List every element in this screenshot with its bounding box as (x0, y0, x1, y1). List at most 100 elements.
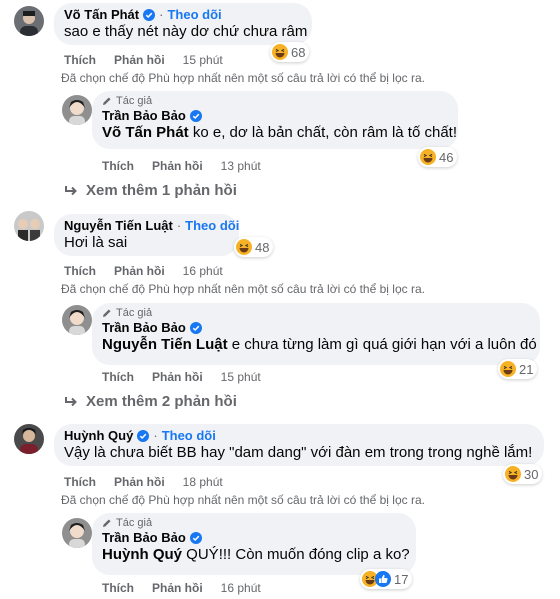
avatar-tran-bao-bao[interactable] (62, 518, 92, 548)
pencil-icon (103, 97, 111, 105)
verified-badge-icon (189, 531, 202, 544)
reply-button[interactable]: Phản hồi (152, 159, 203, 173)
author-badge-label: Tác giả (116, 307, 153, 319)
pencil-icon (103, 309, 111, 317)
view-more-replies[interactable]: Xem thêm 2 phản hồi (64, 393, 237, 410)
reaction-count: 30 (524, 466, 539, 482)
like-button[interactable]: Thích (64, 264, 96, 278)
reply-button[interactable]: Phản hồi (114, 264, 165, 278)
reply-button[interactable]: Phản hồi (152, 581, 203, 595)
follow-button[interactable]: Theo dõi (185, 218, 239, 233)
filter-note: Đã chọn chế độ Phù hợp nhất nên một số c… (61, 71, 425, 85)
author-badge: Tác giả (102, 95, 448, 107)
verified-badge-icon (143, 8, 156, 21)
author-badge-label: Tác giả (116, 95, 153, 107)
follow-button[interactable]: Theo dõi (162, 428, 216, 443)
comment-author[interactable]: Nguyễn Tiến Luật (64, 218, 173, 233)
comment-time[interactable]: 18 phút (183, 475, 223, 489)
comment-actions: Thích Phản hồi 16 phút (64, 264, 241, 278)
comment-actions: Thích Phản hồi 18 phút (64, 475, 241, 489)
reply-text: Huỳnh Quý QUÝ!!! Còn muốn đóng clip a ko… (102, 545, 410, 565)
reaction-count: 17 (394, 571, 409, 587)
reply-text-body: ko e, dơ là bản chất, còn râm là tố chất… (188, 124, 458, 141)
separator-dot: · (153, 428, 158, 443)
reply-author[interactable]: Trần Bảo Bảo (102, 530, 186, 545)
comment-author[interactable]: Huỳnh Quý (64, 428, 133, 443)
follow-button[interactable]: Theo dõi (167, 7, 221, 22)
author-badge-label: Tác giả (116, 517, 153, 529)
separator-dot: · (159, 7, 164, 22)
reaction-summary[interactable]: 68 (270, 42, 310, 62)
avatar-huynh-quy[interactable] (14, 424, 44, 454)
comment-text: Vậy là chưa biết BB hay "dam dang" với đ… (64, 444, 533, 461)
reply-bubble: Tác giả Trần Bảo Bảo Huỳnh Quý QUÝ!!! Cò… (92, 513, 416, 575)
view-more-replies[interactable]: Xem thêm 1 phản hồi (64, 182, 237, 199)
reply-author[interactable]: Trần Bảo Bảo (102, 108, 186, 123)
reply-bubble: Tác giả Trần Bảo Bảo Nguyễn Tiến Luật e … (92, 303, 540, 365)
verified-badge-icon (189, 109, 202, 122)
reply-text-body: e chưa từng làm gì quá giới hạn với a lu… (227, 336, 537, 353)
reply-actions: Thích Phản hồi 16 phút (102, 581, 279, 595)
view-more-label: Xem thêm 2 phản hồi (86, 393, 237, 410)
comment-time[interactable]: 16 phút (183, 264, 223, 278)
reaction-summary[interactable]: 48 (234, 237, 274, 257)
avatar-tran-bao-bao[interactable] (62, 305, 92, 335)
comment-text: sao e thấy nét này dơ chứ chưa râm (64, 23, 308, 40)
reply-text-body: QUÝ!!! Còn muốn đóng clip a ko? (182, 546, 410, 563)
haha-emoji-icon (236, 239, 252, 255)
pencil-icon (103, 519, 111, 527)
comment-text: Hơi là sai (64, 234, 128, 251)
like-button[interactable]: Thích (102, 581, 134, 595)
avatar-vo-tan-phat[interactable] (14, 6, 44, 36)
comment-time[interactable]: 15 phút (183, 53, 223, 67)
reply-time[interactable]: 15 phút (221, 370, 261, 384)
author-badge: Tác giả (102, 517, 406, 529)
reply-bubble: Tác giả Trần Bảo Bảo Võ Tấn Phát ko e, d… (92, 91, 458, 149)
filter-note: Đã chọn chế độ Phù hợp nhất nên một số c… (61, 282, 425, 296)
reaction-summary[interactable]: 30 (503, 464, 543, 484)
reply-arrow-icon (65, 396, 77, 406)
view-more-label: Xem thêm 1 phản hồi (86, 182, 237, 199)
haha-emoji-icon (272, 44, 288, 60)
reply-author[interactable]: Trần Bảo Bảo (102, 320, 186, 335)
author-badge: Tác giả (102, 307, 530, 319)
haha-emoji-icon (420, 149, 436, 165)
like-button[interactable]: Thích (102, 370, 134, 384)
reply-button[interactable]: Phản hồi (114, 53, 165, 67)
reply-text: Nguyễn Tiến Luật e chưa từng làm gì quá … (102, 335, 537, 355)
reaction-summary[interactable]: 46 (418, 147, 458, 167)
mention-link[interactable]: Nguyễn Tiến Luật (102, 336, 228, 353)
mention-link[interactable]: Võ Tấn Phát (102, 124, 189, 141)
comment-author[interactable]: Võ Tấn Phát (64, 7, 139, 22)
separator-dot: · (176, 218, 182, 233)
comment-bubble: Võ Tấn Phát · Theo dõi sao e thấy nét nà… (54, 3, 312, 45)
reaction-summary[interactable]: 17 (360, 569, 413, 589)
like-button[interactable]: Thích (64, 475, 96, 489)
haha-emoji-icon (500, 361, 516, 377)
filter-note: Đã chọn chế độ Phù hợp nhất nên một số c… (61, 493, 425, 507)
like-button[interactable]: Thích (102, 159, 134, 173)
comment-bubble: Nguyễn Tiến Luật · Theo dõi Hơi là sai (54, 214, 239, 256)
reply-button[interactable]: Phản hồi (152, 370, 203, 384)
avatar-tran-bao-bao[interactable] (62, 95, 92, 125)
like-button[interactable]: Thích (64, 53, 96, 67)
reaction-count: 68 (291, 44, 306, 60)
reply-arrow-icon (65, 185, 77, 195)
haha-emoji-icon (505, 466, 521, 482)
like-emoji-icon (375, 571, 391, 587)
reply-time[interactable]: 16 phút (221, 581, 261, 595)
avatar-nguyen-tien-luat[interactable] (14, 211, 44, 241)
verified-badge-icon (137, 429, 150, 442)
reaction-count: 48 (255, 239, 270, 255)
verified-badge-icon (189, 321, 202, 334)
comment-actions: Thích Phản hồi 15 phút (64, 53, 241, 67)
reply-actions: Thích Phản hồi 13 phút (102, 159, 279, 173)
reply-text: Võ Tấn Phát ko e, dơ là bản chất, còn râ… (102, 123, 457, 143)
reaction-count: 46 (439, 149, 454, 165)
reply-time[interactable]: 13 phút (221, 159, 261, 173)
reply-actions: Thích Phản hồi 15 phút (102, 370, 279, 384)
reaction-summary[interactable]: 21 (498, 359, 538, 379)
comment-bubble: Huỳnh Quý · Theo dõi Vậy là chưa biết BB… (54, 424, 544, 466)
mention-link[interactable]: Huỳnh Quý (102, 546, 182, 563)
reply-button[interactable]: Phản hồi (114, 475, 165, 489)
